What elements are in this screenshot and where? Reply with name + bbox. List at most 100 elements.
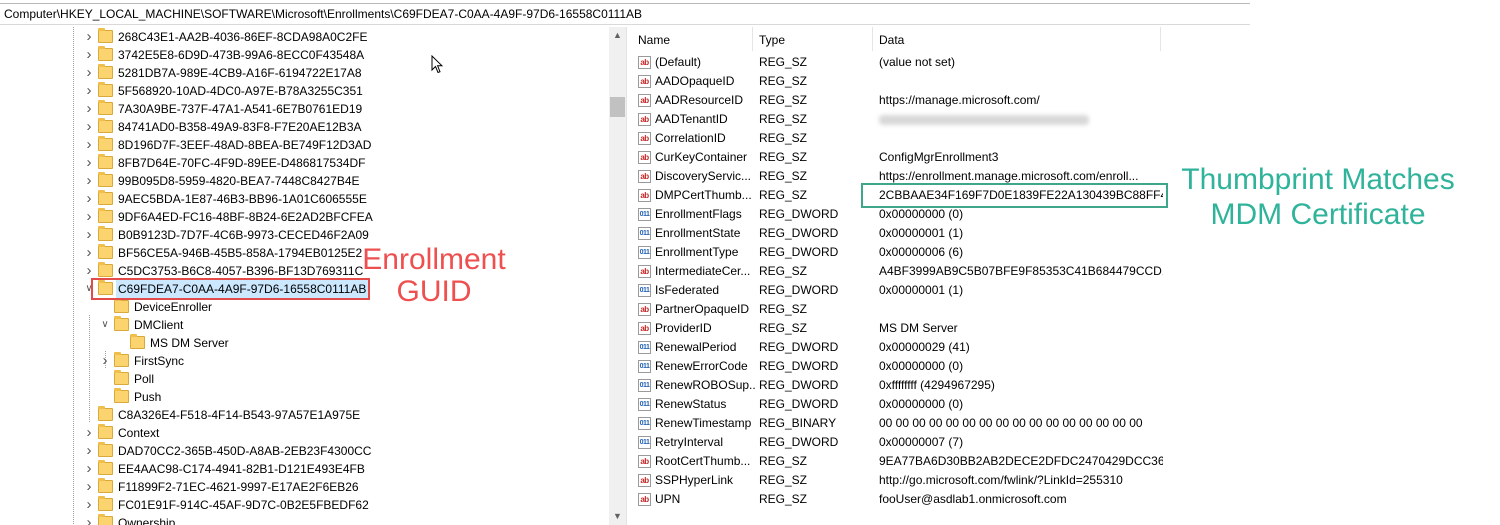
enrollment-guid-highlight-box [91,278,370,300]
registry-value-row[interactable]: ab AADTenantID REG_SZ [632,110,1500,129]
tree-item[interactable]: › B0B9123D-7D7F-4C6B-9973-CECED46F2A09 [0,226,610,244]
tree-item[interactable]: › F11899F2-71EC-4621-9997-E17AE2F6EB26 [0,478,610,496]
dword-value-icon: 011 [638,246,651,259]
tree-item[interactable]: › 5281DB7A-989E-4CB9-A16F-6194722E17A8 [0,64,610,82]
tree-item[interactable]: Poll [0,370,610,388]
chevron-right-icon[interactable]: › [84,478,94,496]
tree-item[interactable]: MS DM Server [0,334,610,352]
registry-value-row[interactable]: ab UPN REG_SZ fooUser@asdlab1.onmicrosoft.c… [632,490,1500,509]
string-value-icon: ab [638,56,651,69]
tree-item-label: 7A30A9BE-737F-47A1-A541-6E7B0761ED19 [118,102,363,116]
value-data: 0x00000006 (6) [879,245,964,259]
registry-value-row[interactable]: ab AADResourceID REG_SZ https://manage.micr… [632,91,1500,110]
tree-item[interactable]: › 9AEC5BDA-1E87-46B3-BB96-1A01C606555E [0,190,610,208]
registry-value-row[interactable]: ab SSPHyperLink REG_SZ http://go.microsoft.… [632,471,1500,490]
value-data: ConfigMgrEnrollment3 [879,150,999,164]
tree-item[interactable]: › Context [0,424,610,442]
chevron-right-icon[interactable]: › [100,352,110,370]
folder-icon [98,514,113,525]
column-header-data[interactable]: Data [873,27,1161,51]
registry-value-row[interactable]: ab (Default) REG_SZ (value not set) [632,53,1500,72]
tree-item[interactable]: › FirstSync [0,352,610,370]
value-name: EnrollmentType [655,245,739,259]
mouse-pointer-icon [431,55,443,74]
redacted-data-blur [879,115,1089,125]
tree-item[interactable]: › FC01E91F-914C-45AF-9D7C-0B2E5FBEDF62 [0,496,610,514]
column-header-type[interactable]: Type [753,27,873,51]
registry-value-row[interactable]: ab IntermediateCer... REG_SZ A4BF3999AB9C5B… [632,262,1500,281]
registry-value-row[interactable]: ab ProviderID REG_SZ MS DM Server [632,319,1500,338]
registry-value-row[interactable]: 011 RenewStatus REG_DWORD 0x00000000 (0) [632,395,1500,414]
tree-item-label: F11899F2-71EC-4621-9997-E17AE2F6EB26 [118,480,359,494]
registry-value-row[interactable]: 011 EnrollmentType REG_DWORD 0x00000006 (6) [632,243,1500,262]
chevron-right-icon[interactable]: › [84,190,94,208]
registry-value-row[interactable]: 011 RenewalPeriod REG_DWORD 0x00000029 (41) [632,338,1500,357]
tree-item[interactable]: › 3742E5E8-6D9D-473B-99A6-8ECC0F43548A [0,46,610,64]
folder-icon [98,172,113,187]
tree-vertical-scrollbar[interactable]: ▲ ▼ [609,27,626,525]
registry-value-row[interactable]: 011 RetryInterval REG_DWORD 0x00000007 (7) [632,433,1500,452]
value-type: REG_DWORD [759,340,839,354]
chevron-right-icon[interactable]: › [84,136,94,154]
registry-value-row[interactable]: 011 RenewROBOSup... REG_DWORD 0xffffffff (4… [632,376,1500,395]
tree-item[interactable]: ∨ DMClient [0,316,610,334]
value-name: RenewStatus [655,397,727,411]
tree-item-label: DeviceEnroller [134,300,213,314]
tree-item[interactable]: › EE4AAC98-C174-4941-82B1-D121E493E4FB [0,460,610,478]
value-data: 0x00000000 (0) [879,359,964,373]
tree-item[interactable]: › 99B095D8-5959-4820-BEA7-7448C8427B4E [0,172,610,190]
tree-item-label: 268C43E1-AA2B-4036-86EF-8CDA98A0C2FE [118,30,368,44]
chevron-right-icon[interactable]: › [84,154,94,172]
string-value-icon: ab [638,151,651,164]
registry-value-row[interactable]: ab RootCertThumb... REG_SZ 9EA77BA6D30BB2AB… [632,452,1500,471]
tree-item-label: Poll [134,372,155,386]
chevron-right-icon[interactable]: › [84,172,94,190]
registry-values-list[interactable]: Name Type Data ab (Default) REG_SZ (value n… [632,27,1500,525]
tree-item-label: 8D196D7F-3EEF-48AD-8BEA-BE749F12D3AD [118,138,372,152]
registry-value-row[interactable]: ab AADOpaqueID REG_SZ [632,72,1500,91]
tree-item[interactable]: › 8D196D7F-3EEF-48AD-8BEA-BE749F12D3AD [0,136,610,154]
value-type: REG_DWORD [759,245,839,259]
tree-item[interactable]: › 7A30A9BE-737F-47A1-A541-6E7B0761ED19 [0,100,610,118]
chevron-right-icon[interactable]: › [84,244,94,262]
tree-item[interactable]: Push [0,388,610,406]
column-header-name[interactable]: Name [632,27,753,51]
registry-value-row[interactable]: ab CorrelationID REG_SZ [632,129,1500,148]
value-name: DMPCertThumb... [655,188,752,202]
scroll-up-arrow-icon[interactable]: ▲ [609,27,626,44]
chevron-right-icon[interactable]: › [84,496,94,514]
chevron-right-icon[interactable]: › [84,208,94,226]
tree-item[interactable]: › DAD70CC2-365B-450D-A8AB-2EB23F4300CC [0,442,610,460]
chevron-right-icon[interactable]: › [84,28,94,46]
tree-item-label: 8FB7D64E-70FC-4F9D-89EE-D486817534DF [118,156,366,170]
chevron-right-icon[interactable]: › [84,82,94,100]
chevron-right-icon[interactable]: › [84,226,94,244]
registry-value-row[interactable]: 011 IsFederated REG_DWORD 0x00000001 (1) [632,281,1500,300]
chevron-right-icon[interactable]: › [84,424,94,442]
chevron-right-icon[interactable]: › [84,46,94,64]
tree-item[interactable]: › 5F568920-10AD-4DC0-A97E-B78A3255C351 [0,82,610,100]
registry-value-row[interactable]: 011 RenewErrorCode REG_DWORD 0x00000000 (0) [632,357,1500,376]
chevron-right-icon[interactable]: › [84,460,94,478]
value-data: A4BF3999AB9C5B07BFE9F85353C41B684479CCD1 [879,264,1163,278]
tree-item[interactable]: › 84741AD0-B358-49A9-83F8-F7E20AE12B3A [0,118,610,136]
chevron-right-icon[interactable]: › [84,100,94,118]
scroll-thumb[interactable] [610,97,625,117]
tree-item[interactable]: C8A326E4-F518-4F14-B543-97A57E1A975E [0,406,610,424]
chevron-right-icon[interactable]: › [84,514,94,525]
registry-value-row[interactable]: 011 RenewTimestamp REG_BINARY 00 00 00 00 0… [632,414,1500,433]
string-value-icon: ab [638,493,651,506]
chevron-right-icon[interactable]: › [84,442,94,460]
chevron-down-icon[interactable]: ∨ [100,316,110,334]
tree-item[interactable]: › 8FB7D64E-70FC-4F9D-89EE-D486817534DF [0,154,610,172]
folder-icon [114,298,129,313]
chevron-right-icon[interactable]: › [84,64,94,82]
scroll-down-arrow-icon[interactable]: ▼ [609,508,626,525]
registry-value-row[interactable]: ab PartnerOpaqueID REG_SZ [632,300,1500,319]
string-value-icon: ab [638,474,651,487]
tree-item[interactable]: › 9DF6A4ED-FC16-48BF-8B24-6E2AD2BFCFEA [0,208,610,226]
tree-item[interactable]: › 268C43E1-AA2B-4036-86EF-8CDA98A0C2FE [0,28,610,46]
chevron-right-icon[interactable]: › [84,118,94,136]
tree-item[interactable]: › Ownership [0,514,610,525]
address-bar[interactable]: Computer\HKEY_LOCAL_MACHINE\SOFTWARE\Mic… [0,4,1250,25]
